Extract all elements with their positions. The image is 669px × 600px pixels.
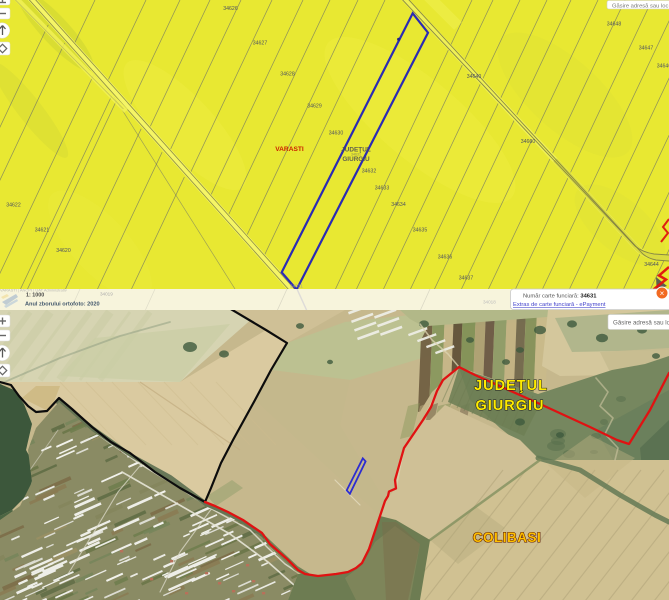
svg-text:34648: 34648 [607, 22, 622, 28]
svg-text:34031: 34031 [290, 284, 303, 289]
svg-text:34629: 34629 [307, 104, 322, 110]
svg-text:34635: 34635 [413, 228, 428, 234]
svg-text:34646: 34646 [657, 64, 669, 70]
svg-text:34621: 34621 [35, 228, 50, 234]
svg-text:VARASTI: VARASTI [275, 146, 304, 153]
svg-text:34633: 34633 [375, 186, 390, 192]
svg-text:34644: 34644 [644, 262, 659, 268]
svg-text:GIURGIU: GIURGIU [475, 398, 544, 414]
svg-text:34640: 34640 [467, 74, 482, 80]
svg-text:34636: 34636 [438, 255, 453, 261]
svg-text:34660: 34660 [521, 139, 536, 145]
svg-text:GIURGIU: GIURGIU [342, 156, 370, 163]
svg-text:34620: 34620 [56, 248, 71, 254]
svg-text:34622: 34622 [6, 203, 21, 209]
svg-text:Anul zborului ortofoto: 2020: Anul zborului ortofoto: 2020 [25, 302, 100, 308]
svg-text:34632: 34632 [362, 169, 377, 175]
svg-text:34647: 34647 [639, 46, 654, 52]
svg-text:COLIBASI: COLIBASI [473, 530, 542, 545]
svg-text:34626: 34626 [223, 6, 238, 12]
svg-text:34019: 34019 [100, 292, 113, 297]
svg-text:JUDEŢUL: JUDEŢUL [474, 378, 548, 394]
svg-text:34637: 34637 [459, 276, 474, 282]
svg-text:34630: 34630 [329, 131, 344, 137]
svg-text:34628: 34628 [280, 72, 295, 78]
svg-text:34634: 34634 [391, 202, 406, 208]
svg-text:34627: 34627 [253, 41, 268, 47]
svg-text:34018: 34018 [483, 300, 496, 305]
svg-text:1: 1000: 1: 1000 [26, 293, 44, 299]
